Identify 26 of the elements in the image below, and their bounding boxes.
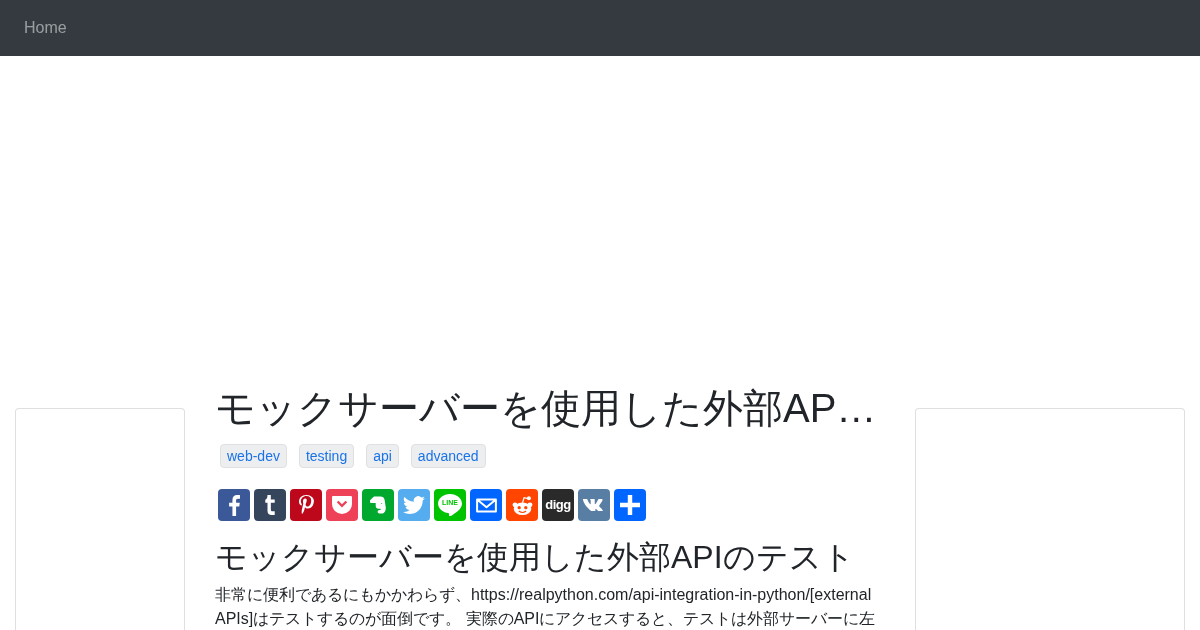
- reddit-icon: [511, 495, 533, 515]
- envelope-icon: [475, 497, 497, 513]
- twitter-icon: [403, 496, 425, 514]
- share-button[interactable]: [614, 489, 646, 521]
- pocket-icon: [332, 496, 352, 514]
- tag-link[interactable]: api: [366, 444, 399, 468]
- share-button[interactable]: [578, 489, 610, 521]
- vk-icon: [583, 499, 605, 511]
- article-title: モックサーバーを使用した外部AP…: [215, 385, 877, 432]
- pinterest-icon: [298, 494, 314, 516]
- share-button[interactable]: digg: [542, 489, 574, 521]
- share-button[interactable]: [254, 489, 286, 521]
- share-button[interactable]: [470, 489, 502, 521]
- share-button[interactable]: [290, 489, 322, 521]
- nav-link[interactable]: Home: [24, 19, 67, 37]
- plus-icon: [620, 495, 640, 515]
- speech-bubble-icon: [438, 494, 462, 516]
- share-button[interactable]: [218, 489, 250, 521]
- tag-link[interactable]: testing: [298, 444, 355, 468]
- facebook-icon: [228, 494, 240, 516]
- article-heading: モックサーバーを使用した外部APIのテスト: [215, 538, 855, 576]
- tumblr-icon: [265, 495, 275, 515]
- tag-link[interactable]: advanced: [410, 444, 486, 468]
- evernote-icon: [370, 495, 386, 515]
- tag-link[interactable]: web-dev: [220, 444, 287, 468]
- article-paragraph: 非常に便利であるにもかかわらず、https://realpython.com/api-integration-in-python/[external APIs]はテストするのが面倒です。 実際のAPIにアクセスすると、テストは外部サーバーに左: [215, 585, 877, 629]
